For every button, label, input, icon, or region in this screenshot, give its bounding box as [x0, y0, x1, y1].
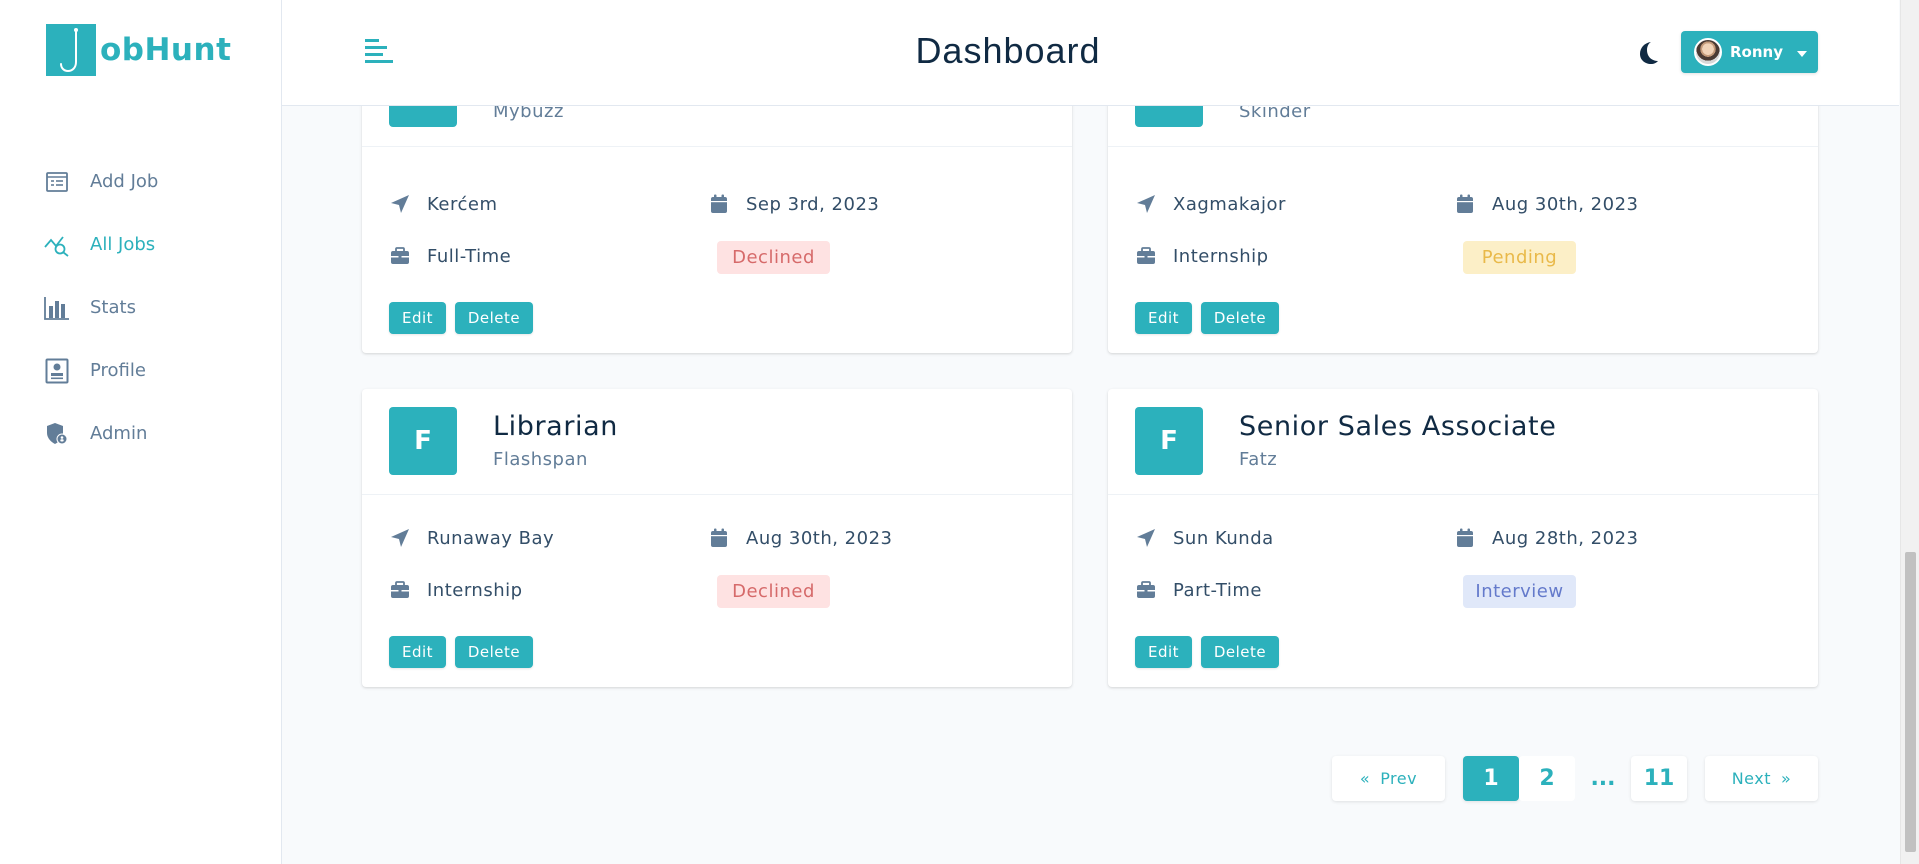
sidebar-item-label: Add Job	[90, 171, 159, 192]
job-date: Sep 3rd, 2023	[708, 193, 879, 215]
job-date: Aug 30th, 2023	[708, 527, 893, 549]
job-date: Aug 30th, 2023	[1454, 193, 1639, 215]
job-company: Flashspan	[493, 449, 588, 470]
edit-button[interactable]: Edit	[389, 302, 446, 334]
caret-down-icon	[1797, 43, 1807, 61]
job-company: Fatz	[1239, 449, 1278, 470]
job-location: Sun Kunda	[1135, 527, 1274, 549]
edit-button[interactable]: Edit	[1135, 636, 1192, 668]
sidebar-item-all-jobs[interactable]: All Jobs	[44, 213, 274, 276]
page-ellipsis: ...	[1590, 766, 1616, 791]
delete-button[interactable]: Delete	[455, 636, 533, 668]
briefcase-icon	[389, 579, 411, 601]
sidebar-item-label: Profile	[90, 360, 146, 381]
job-location: Kerćem	[389, 193, 498, 215]
delete-button[interactable]: Delete	[1201, 636, 1279, 668]
double-chevron-left-icon: «	[1359, 769, 1371, 788]
logo[interactable]: obHunt	[46, 24, 231, 76]
prev-page-button[interactable]: « Prev	[1332, 756, 1445, 801]
moon-icon	[1640, 42, 1658, 64]
top-navbar: Dashboard Ronny	[282, 0, 1899, 106]
page-button-1[interactable]: 1	[1463, 756, 1519, 801]
job-company-initial: F	[1135, 407, 1203, 475]
profile-icon	[44, 358, 70, 384]
calendar-icon	[708, 527, 730, 549]
next-label: Next	[1731, 769, 1771, 788]
job-type: Internship	[389, 579, 523, 601]
all-jobs-icon	[44, 232, 70, 258]
job-location-text: Kerćem	[427, 193, 498, 215]
double-chevron-right-icon: »	[1780, 769, 1792, 788]
location-arrow-icon	[389, 527, 411, 549]
job-location-text: Runaway Bay	[427, 527, 555, 549]
job-type: Part-Time	[1135, 579, 1262, 601]
delete-button[interactable]: Delete	[1201, 302, 1279, 334]
job-date-text: Aug 30th, 2023	[1492, 193, 1639, 215]
job-location: Xagmakajor	[1135, 193, 1286, 215]
user-menu-button[interactable]: Ronny	[1681, 31, 1818, 73]
job-card-header: F Senior Sales Associate Fatz	[1108, 389, 1818, 495]
job-card: F Senior Sales Associate Fatz Sun Kunda …	[1108, 389, 1818, 687]
calendar-icon	[1454, 527, 1476, 549]
sidebar-item-label: Stats	[90, 297, 136, 318]
job-location-text: Xagmakajor	[1173, 193, 1286, 215]
status-badge: Interview	[1463, 575, 1576, 608]
page-scrollbar[interactable]	[1900, 0, 1919, 864]
briefcase-icon	[1135, 245, 1157, 267]
job-card-header: F Librarian Flashspan	[362, 389, 1072, 495]
sidebar-item-admin[interactable]: Admin	[44, 402, 274, 465]
sidebar-item-label: All Jobs	[90, 234, 156, 255]
edit-button[interactable]: Edit	[1135, 302, 1192, 334]
job-type: Full-Time	[389, 245, 511, 267]
edit-button[interactable]: Edit	[389, 636, 446, 668]
prev-label: Prev	[1380, 769, 1418, 788]
sidebar-item-add-job[interactable]: Add Job	[44, 150, 274, 213]
status-badge: Declined	[717, 241, 830, 274]
status-badge: Pending	[1463, 241, 1576, 274]
job-title: Senior Sales Associate	[1239, 411, 1557, 442]
avatar	[1694, 38, 1722, 66]
add-job-icon	[44, 169, 70, 195]
next-page-button[interactable]: Next »	[1705, 756, 1818, 801]
location-arrow-icon	[1135, 193, 1157, 215]
briefcase-icon	[389, 245, 411, 267]
delete-button[interactable]: Delete	[455, 302, 533, 334]
job-type-text: Internship	[427, 579, 523, 601]
job-company-initial: F	[389, 407, 457, 475]
sidebar-item-stats[interactable]: Stats	[44, 276, 274, 339]
scrollbar-thumb[interactable]	[1905, 552, 1916, 852]
user-name: Ronny	[1730, 43, 1783, 61]
status-badge: Declined	[717, 575, 830, 608]
briefcase-icon	[1135, 579, 1157, 601]
logo-hook-icon	[46, 24, 96, 76]
sidebar-item-profile[interactable]: Profile	[44, 339, 274, 402]
job-type-text: Internship	[1173, 245, 1269, 267]
main-content: M Mybuzz Kerćem Sep 3rd, 2023 Full-Time …	[282, 0, 1899, 864]
sidebar-nav: Add Job All Jobs Stats Profile Admin	[44, 150, 274, 465]
logo-text: obHunt	[100, 32, 232, 68]
calendar-icon	[1454, 193, 1476, 215]
job-type-text: Full-Time	[427, 245, 512, 267]
location-arrow-icon	[389, 193, 411, 215]
sidebar: obHunt Add Job All Jobs Stats Profile Ad…	[0, 0, 282, 864]
theme-toggle-button[interactable]	[1634, 40, 1660, 66]
job-date-text: Aug 28th, 2023	[1492, 527, 1639, 549]
job-date-text: Sep 3rd, 2023	[746, 193, 880, 215]
job-title: Librarian	[493, 411, 618, 442]
job-card: F Librarian Flashspan Runaway Bay Aug 30…	[362, 389, 1072, 687]
job-type: Internship	[1135, 245, 1269, 267]
sidebar-item-label: Admin	[90, 423, 148, 444]
job-date-text: Aug 30th, 2023	[746, 527, 893, 549]
stats-icon	[44, 295, 70, 321]
job-location: Runaway Bay	[389, 527, 554, 549]
page-title: Dashboard	[915, 30, 1101, 71]
page-button-2[interactable]: 2	[1519, 756, 1575, 801]
page-button-11[interactable]: 11	[1631, 756, 1687, 801]
job-date: Aug 28th, 2023	[1454, 527, 1639, 549]
location-arrow-icon	[1135, 527, 1157, 549]
job-location-text: Sun Kunda	[1173, 527, 1274, 549]
calendar-icon	[708, 193, 730, 215]
admin-icon	[44, 421, 70, 447]
job-type-text: Part-Time	[1173, 579, 1262, 601]
